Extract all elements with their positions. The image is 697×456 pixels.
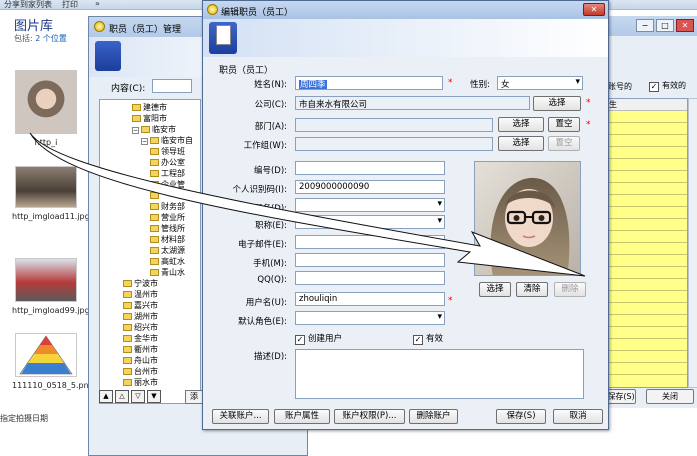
drag-arrow-shape (29, 132, 586, 277)
drag-arrow-overlay (29, 132, 586, 277)
